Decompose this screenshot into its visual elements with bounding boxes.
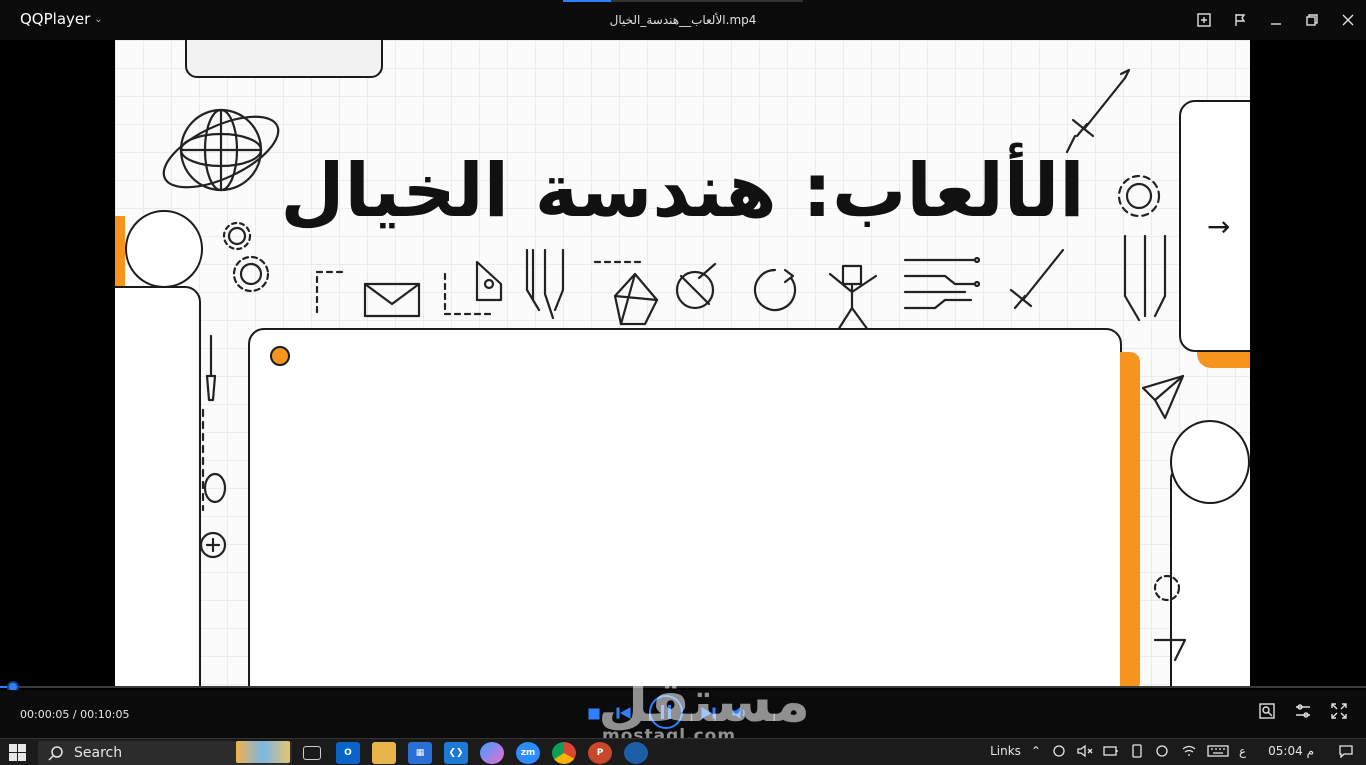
minimize-icon [1271,23,1281,25]
capture-icon [1259,703,1275,719]
video-area[interactable]: → الألعاب: هندسة الخيال [0,40,1366,687]
refresh-icon [753,268,797,312]
stick-figure-icon [828,264,878,332]
restore-icon [1306,14,1318,26]
mute-icon[interactable] [1077,744,1093,758]
screenshot-button[interactable] [1186,0,1222,40]
fullscreen-button[interactable] [1330,702,1348,724]
brush-icon [205,334,217,402]
close-icon [1342,14,1354,26]
links-toolbar[interactable]: Links [990,744,1021,758]
maximize-button[interactable] [1294,0,1330,40]
outlook-icon[interactable]: O [336,742,360,764]
wifi-icon[interactable] [1181,744,1197,758]
minimize-button[interactable] [1258,0,1294,40]
clock[interactable]: 05:04 م [1268,744,1314,758]
sword-icon [1065,68,1131,154]
circuit-icon [525,234,1167,322]
video-frame: → الألعاب: هندسة الخيال [115,40,1250,687]
compass-icon [675,262,717,310]
chevron-up-icon[interactable]: ⌃ [1031,744,1041,758]
taskbar: Search O ▦ ❮❯ zm P Links ⌃ ع 05:04 م [0,738,1366,765]
side-doodles-right [1153,574,1187,662]
copilot-icon[interactable] [480,742,504,764]
task-view-icon[interactable] [303,746,321,760]
vscode-icon[interactable]: ❮❯ [444,742,468,764]
tab-strip[interactable] [563,0,803,2]
side-doodles-left [199,408,227,559]
search-highlight-image[interactable] [236,741,290,763]
search-icon [48,746,63,761]
notification-icon[interactable] [1338,744,1354,758]
chrome-icon[interactable] [552,742,576,764]
search-label: Search [74,745,123,761]
sword-icon-2 [1009,248,1065,310]
phone-link-icon[interactable] [1129,744,1145,758]
paper-plane-icon [1141,374,1185,420]
slide-content-card [248,328,1122,687]
keyboard-icon[interactable] [1207,744,1229,758]
fullscreen-icon [1331,703,1347,719]
polygon-icon [613,272,659,326]
slide-title: الألعاب: هندسة الخيال [280,148,1085,234]
circuit-lines-icon [903,256,981,310]
title-bar: QQPlayer ⌄ الألعاب__هندسة_الخيال.mp4 [0,0,1366,40]
slide-dot [270,346,290,366]
cloud-icon[interactable] [1155,744,1171,758]
input-language[interactable]: ع [1239,744,1246,758]
time-display: 00:00:05 / 00:10:05 [20,708,130,721]
sliders-icon [1296,704,1310,718]
network-app-icon[interactable] [1051,744,1067,758]
battery-icon[interactable] [1103,744,1119,758]
app-icon[interactable] [624,742,648,764]
file-title: الألعاب__هندسة_الخيال.mp4 [609,13,757,27]
settings-button[interactable] [1294,702,1312,724]
screenshot-tool-button[interactable] [1258,702,1276,724]
screenshot-icon [1197,13,1211,27]
powerpoint-icon[interactable]: P [588,742,612,764]
close-button[interactable] [1330,0,1366,40]
zoom-icon[interactable]: zm [516,742,540,764]
pin-button[interactable] [1222,0,1258,40]
pin-icon [1235,14,1246,26]
start-button[interactable] [9,744,26,764]
envelope-icon [363,282,421,318]
slide-accent-bar [1120,352,1140,687]
pen-tool-icon [475,260,503,302]
file-explorer-icon[interactable] [372,742,396,764]
windows-icon [9,744,26,761]
watermark-logo: مستقل [598,667,811,735]
store-icon[interactable]: ▦ [408,742,432,764]
